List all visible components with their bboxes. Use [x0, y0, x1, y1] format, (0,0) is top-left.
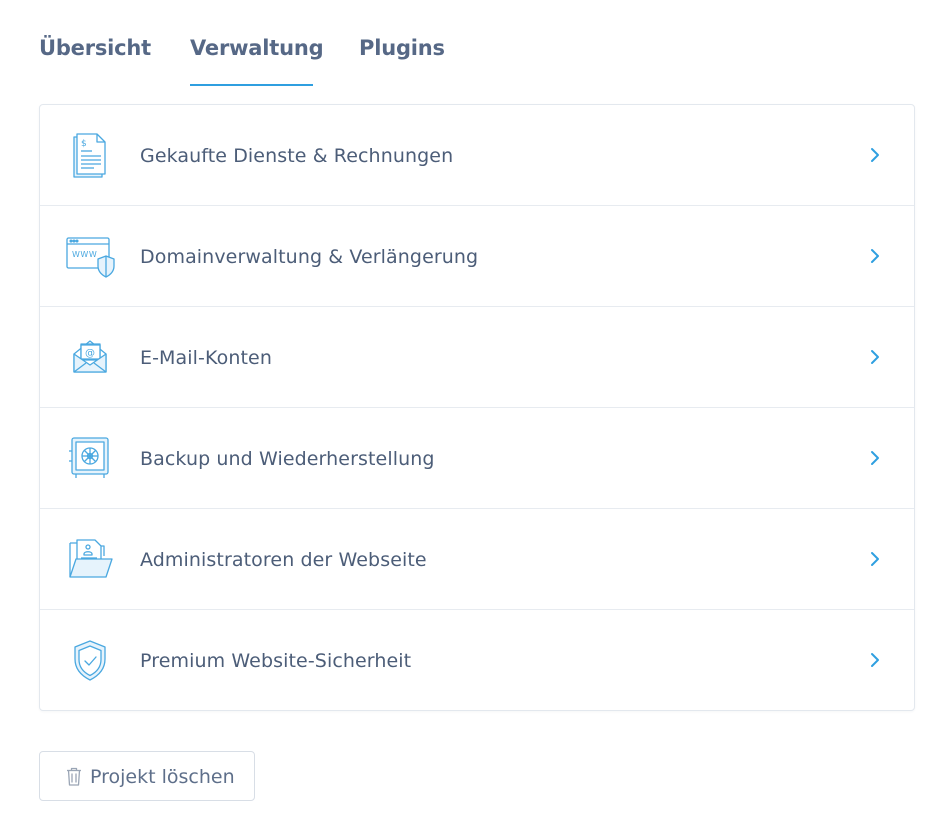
svg-text:$: $ [81, 139, 87, 149]
admin-folder-icon [64, 535, 116, 585]
svg-text:@: @ [85, 348, 95, 359]
management-menu: $ Gekaufte Dienste & Rechnungen WWW Doma… [39, 104, 915, 711]
menu-item-backup-restore[interactable]: Backup und Wiederherstellung [40, 408, 914, 509]
chevron-right-icon [868, 650, 882, 670]
domain-shield-icon: WWW [64, 232, 116, 282]
tab-plugins[interactable]: Plugins [359, 0, 445, 86]
menu-item-website-admins[interactable]: Administratoren der Webseite [40, 509, 914, 610]
safe-icon [64, 434, 116, 484]
shield-check-icon [64, 636, 116, 686]
chevron-right-icon [868, 145, 882, 165]
menu-item-domain-management[interactable]: WWW Domainverwaltung & Verlängerung [40, 206, 914, 307]
menu-item-email-accounts[interactable]: @ @ E-Mail-Konten [40, 307, 914, 408]
invoice-icon: $ [64, 131, 116, 181]
chevron-right-icon [868, 549, 882, 569]
chevron-right-icon [868, 448, 882, 468]
chevron-right-icon [868, 347, 882, 367]
tab-verwaltung[interactable]: Verwaltung [190, 0, 324, 86]
trash-icon [66, 767, 82, 786]
menu-item-label: Backup und Wiederherstellung [140, 448, 435, 470]
menu-item-label: Domainverwaltung & Verlängerung [140, 246, 479, 268]
menu-item-label: Premium Website-Sicherheit [140, 650, 412, 672]
tab-uebersicht[interactable]: Übersicht [39, 0, 151, 86]
menu-item-label: E-Mail-Konten [140, 347, 272, 369]
chevron-right-icon [868, 246, 882, 266]
menu-item-label: Gekaufte Dienste & Rechnungen [140, 145, 454, 167]
menu-item-label: Administratoren der Webseite [140, 549, 427, 571]
svg-text:WWW: WWW [72, 250, 97, 259]
delete-project-button[interactable]: Projekt löschen [39, 751, 255, 801]
menu-item-premium-security[interactable]: Premium Website-Sicherheit [40, 610, 914, 711]
tab-bar: Übersicht Verwaltung Plugins [39, 0, 485, 86]
email-icon: @ @ [64, 333, 116, 383]
delete-project-label: Projekt löschen [90, 766, 235, 788]
menu-item-services-invoices[interactable]: $ Gekaufte Dienste & Rechnungen [40, 105, 914, 206]
